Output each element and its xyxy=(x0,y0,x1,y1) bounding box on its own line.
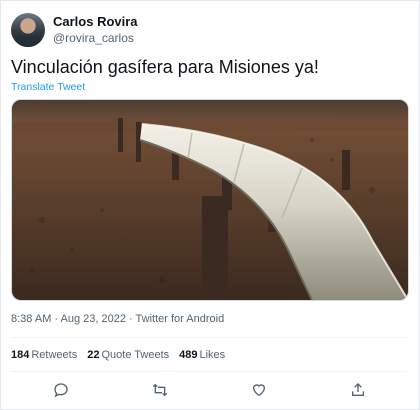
translate-link[interactable]: Translate Tweet xyxy=(11,81,85,93)
divider xyxy=(11,371,407,372)
divider xyxy=(11,337,407,338)
quotes-label: Quote Tweets xyxy=(101,349,170,361)
likes-stat[interactable]: 489 Likes xyxy=(179,349,225,361)
retweets-label: Retweets xyxy=(31,349,78,361)
likes-count: 489 xyxy=(179,349,198,361)
author-info: Carlos Rovira @rovira_carlos xyxy=(53,14,138,45)
action-bar xyxy=(11,379,407,401)
tweet-meta: 8:38 AM · Aug 23, 2022 · Twitter for And… xyxy=(11,313,225,325)
handle[interactable]: @rovira_carlos xyxy=(53,31,138,46)
retweet-icon[interactable] xyxy=(150,380,170,400)
likes-label: Likes xyxy=(199,349,226,361)
quotes-count: 22 xyxy=(87,349,100,361)
like-icon[interactable] xyxy=(249,380,269,400)
share-icon[interactable] xyxy=(348,380,368,400)
quotes-stat[interactable]: 22 Quote Tweets xyxy=(87,349,169,361)
reply-icon[interactable] xyxy=(51,380,71,400)
retweets-count: 184 xyxy=(11,349,30,361)
tweet-header: Carlos Rovira @rovira_carlos xyxy=(11,13,138,47)
retweets-stat[interactable]: 184 Retweets xyxy=(11,349,77,361)
tweet-text: Vinculación gasífera para Misiones ya! xyxy=(11,57,319,77)
pipeline-photo xyxy=(12,100,408,300)
tweet-image[interactable] xyxy=(11,99,409,301)
avatar[interactable] xyxy=(11,13,45,47)
display-name[interactable]: Carlos Rovira xyxy=(53,14,138,30)
tweet-stats: 184 Retweets 22 Quote Tweets 489 Likes xyxy=(11,349,225,361)
